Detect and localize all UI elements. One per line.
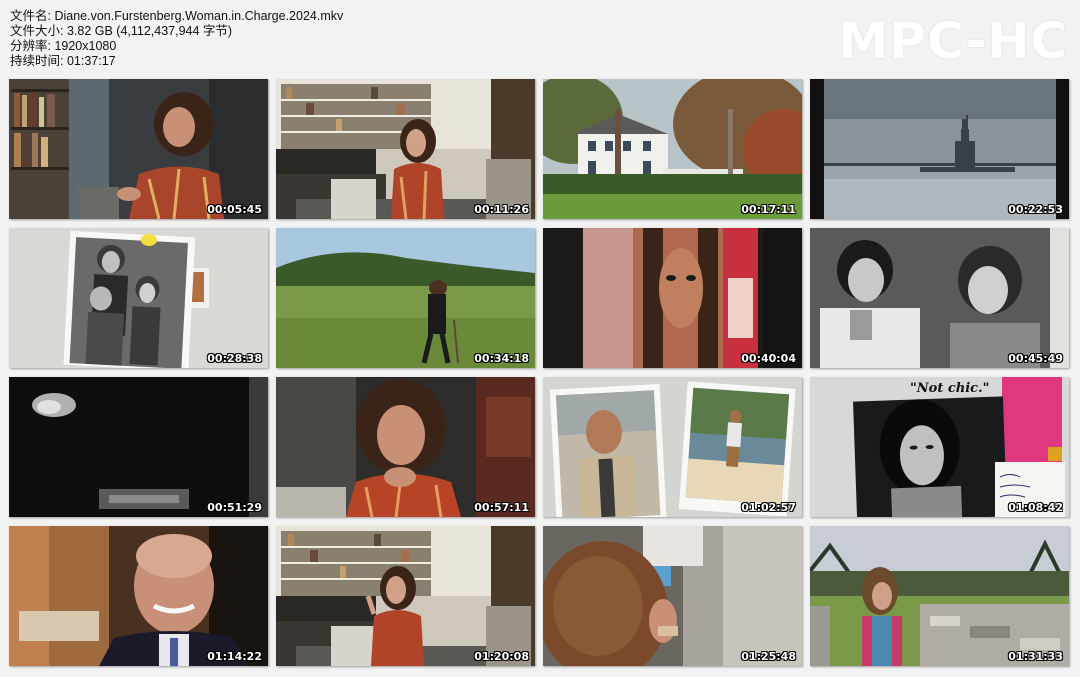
- frame-image: [9, 79, 268, 219]
- frame-image: [543, 79, 802, 219]
- thumbnail-smiling-man-interview: 01:14:22: [9, 526, 268, 666]
- file-info-header: 文件名: Diane.von.Furstenberg.Woman.in.Char…: [10, 9, 343, 69]
- frame-image: [276, 79, 535, 219]
- thumbnail-not-chic-magazine-collage: "Not chic." 01:08:42: [810, 377, 1069, 517]
- frame-image: [9, 526, 268, 666]
- collage-quote-text: "Not chic.": [910, 381, 990, 396]
- thumbnail-woman-walking-field: 00:34:18: [276, 228, 535, 368]
- frame-image: [276, 377, 535, 517]
- frame-image: [810, 228, 1069, 368]
- timestamp: 01:20:08: [474, 650, 529, 663]
- resolution-line: 分辨率: 1920x1080: [10, 39, 117, 53]
- timestamp: 01:02:57: [741, 501, 796, 514]
- frame-image: [9, 377, 268, 517]
- frame-image: [810, 526, 1069, 666]
- thumbnail-woman-seated-library-room-2: 01:20:08: [276, 526, 535, 666]
- thumbnail-woman-seated-library-room: 00:11:26: [276, 79, 535, 219]
- timestamp: 00:11:26: [474, 203, 529, 216]
- thumbnail-grid: 00:05:45 00:11:26 00:17:11 00:22:53 00:2…: [9, 79, 1069, 666]
- thumbnail-statue-of-liberty-water: 00:22:53: [810, 79, 1069, 219]
- timestamp: 00:22:53: [1008, 203, 1063, 216]
- timestamp: 00:17:11: [741, 203, 796, 216]
- timestamp: 00:45:49: [1008, 352, 1063, 365]
- filename-line: 文件名: Diane.von.Furstenberg.Woman.in.Char…: [10, 9, 344, 23]
- thumbnail-two-men-bw-photo: 00:45:49: [810, 228, 1069, 368]
- frame-image: [276, 526, 535, 666]
- timestamp: 01:31:33: [1008, 650, 1063, 663]
- timestamp: 00:34:18: [474, 352, 529, 365]
- timestamp: 01:25:48: [741, 650, 796, 663]
- thumbnail-woman-interview-bookshelf: 00:05:45: [9, 79, 268, 219]
- thumbnail-face-collage-print: 00:40:04: [543, 228, 802, 368]
- frame-image: [543, 377, 802, 517]
- frame-image: [276, 228, 535, 368]
- duration-line: 持续时间: 01:37:17: [10, 54, 116, 68]
- filesize-line: 文件大小: 3.82 GB (4,112,437,944 字节): [10, 24, 233, 38]
- timestamp: 00:51:29: [207, 501, 262, 514]
- frame-image: [543, 526, 802, 666]
- timestamp: 00:40:04: [741, 352, 796, 365]
- frame-image: [543, 228, 802, 368]
- thumbnail-dark-bw-footage: 00:51:29: [9, 377, 268, 517]
- mpc-hc-logo: MPC-HC: [838, 12, 1068, 70]
- timestamp: 00:57:11: [474, 501, 529, 514]
- thumbnail-woman-interview-closeup: 00:57:11: [276, 377, 535, 517]
- timestamp: 01:08:42: [1008, 501, 1063, 514]
- frame-image: [810, 79, 1069, 219]
- timestamp: 01:14:22: [207, 650, 262, 663]
- thumbnail-hands-curly-hair-closeup: 01:25:48: [543, 526, 802, 666]
- timestamp: 00:28:38: [207, 352, 262, 365]
- thumbnail-white-house-garden: 00:17:11: [543, 79, 802, 219]
- timestamp: 00:05:45: [207, 203, 262, 216]
- frame-image: [810, 377, 1069, 517]
- thumbnail-family-photo-print: 00:28:38: [9, 228, 268, 368]
- thumbnail-woman-outdoors-stone-wall: 01:31:33: [810, 526, 1069, 666]
- frame-image: [9, 228, 268, 368]
- thumbnail-two-vintage-photos: 01:02:57: [543, 377, 802, 517]
